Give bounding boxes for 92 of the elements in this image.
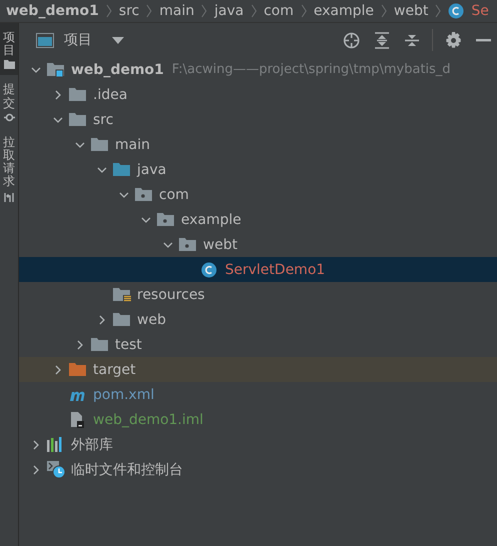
- class-icon: [448, 3, 464, 19]
- folder-icon: [157, 212, 175, 227]
- chevron-right-icon: [300, 4, 307, 18]
- chevron-down-icon[interactable]: [163, 240, 173, 250]
- chevron-down-icon[interactable]: [119, 190, 129, 200]
- tree-item-label: java: [137, 162, 166, 178]
- tree-row[interactable]: example: [19, 207, 497, 232]
- tree-row[interactable]: pom.xml: [19, 382, 497, 407]
- chevron-right-icon: [146, 4, 152, 18]
- tree-item-label: webt: [203, 236, 238, 252]
- dropdown-icon[interactable]: [112, 36, 124, 44]
- tree-row[interactable]: web_demo1 F:\acwing——project\spring\tmp\mybatis_d: [19, 57, 497, 82]
- folder-icon: [113, 287, 131, 302]
- chevron-right-icon[interactable]: [75, 340, 85, 350]
- tree-item-label: web_demo1.iml: [93, 412, 204, 428]
- commit-icon: [4, 112, 14, 122]
- tree-row[interactable]: com: [19, 182, 497, 207]
- class-icon: [201, 262, 217, 278]
- expand-all-icon[interactable]: [374, 32, 390, 48]
- window-icon: [36, 32, 54, 48]
- folder-icon: [4, 60, 14, 70]
- breadcrumb-item[interactable]: Se: [471, 3, 489, 19]
- tree-item-label: pom.xml: [93, 386, 154, 402]
- folder-icon: [69, 362, 87, 377]
- chevron-right-icon: [106, 4, 112, 18]
- folder-icon: [135, 187, 153, 202]
- folder-icon: [91, 137, 109, 152]
- chevron-down-icon[interactable]: [53, 114, 63, 124]
- tree-item-label: 外部库: [71, 436, 113, 454]
- folder-icon: [69, 112, 87, 127]
- tree-row[interactable]: resources: [19, 282, 497, 307]
- chevron-right-icon: [380, 4, 387, 18]
- minimize-icon[interactable]: [476, 38, 491, 42]
- tree-item-label: resources: [137, 286, 205, 302]
- tree-item-label: 临时文件和控制台: [71, 460, 183, 478]
- tree-item-label: test: [115, 336, 142, 352]
- tree-item-label: src: [93, 112, 114, 128]
- chevron-down-icon[interactable]: [141, 214, 151, 224]
- chevron-down-icon[interactable]: [31, 64, 41, 74]
- tree-item-label: example: [181, 212, 242, 228]
- tool-window-tab[interactable]: 提交: [0, 75, 18, 128]
- tree-item-label: target: [93, 362, 136, 378]
- folder-icon: [47, 62, 65, 77]
- tree-item-label: com: [159, 186, 189, 202]
- breadcrumb-item[interactable]: webt: [394, 3, 428, 19]
- folder-icon: [113, 312, 131, 327]
- chevron-right-icon[interactable]: [97, 314, 107, 324]
- tree-item-label: main: [115, 136, 150, 152]
- tree-item-label: web_demo1: [71, 62, 164, 78]
- tree-row[interactable]: 外部库: [19, 432, 497, 457]
- tree-row[interactable]: webt: [19, 232, 497, 257]
- tree-row[interactable]: web: [19, 307, 497, 332]
- tree-row[interactable]: java: [19, 157, 497, 182]
- tool-window-tab[interactable]: 拉取请求: [0, 128, 18, 208]
- breadcrumb-item[interactable]: src: [118, 3, 140, 19]
- tree-row[interactable]: main: [19, 132, 497, 157]
- tree-item-label: .idea: [93, 86, 128, 102]
- folder-icon: [113, 162, 131, 177]
- scratches-icon: [47, 460, 66, 478]
- tree-row[interactable]: 临时文件和控制台: [19, 457, 497, 482]
- panel-title[interactable]: 项目: [64, 31, 92, 49]
- tree-row[interactable]: web_demo1.iml: [19, 407, 497, 432]
- path-hint: F:\acwing——project\spring\tmp\mybatis_d: [172, 62, 451, 77]
- chevron-right-icon[interactable]: [31, 464, 41, 474]
- tree-item-label: ServletDemo1: [225, 262, 326, 278]
- breadcrumb-item[interactable]: example: [314, 3, 374, 19]
- folder-icon: [69, 87, 87, 102]
- breadcrumb-item[interactable]: com: [264, 3, 294, 19]
- crosshair-icon[interactable]: [343, 32, 360, 48]
- folder-icon: [179, 237, 197, 252]
- chevron-right-icon[interactable]: [53, 90, 63, 100]
- chevron-right-icon: [250, 4, 257, 18]
- chevron-down-icon[interactable]: [97, 164, 107, 174]
- breadcrumb-item[interactable]: java: [214, 3, 244, 19]
- tree-row[interactable]: src: [19, 107, 497, 132]
- breadcrumb-item[interactable]: web_demo1: [6, 3, 99, 19]
- folder-icon: [91, 337, 109, 352]
- chevron-right-icon: [435, 4, 442, 18]
- chevron-down-icon[interactable]: [75, 140, 85, 150]
- tree-item-label: web: [137, 312, 166, 328]
- pull-request-icon: [4, 192, 14, 202]
- file-icon: [69, 411, 85, 428]
- chevron-right-icon: [201, 4, 208, 18]
- breadcrumb-item[interactable]: main: [159, 3, 194, 19]
- settings-icon[interactable]: [445, 32, 462, 48]
- tree-row[interactable]: target: [19, 357, 497, 382]
- tree-row[interactable]: test: [19, 332, 497, 357]
- chevron-right-icon[interactable]: [31, 440, 41, 450]
- chevron-right-icon[interactable]: [53, 364, 63, 374]
- tree-row[interactable]: ServletDemo1: [19, 257, 497, 282]
- tool-window-tab[interactable]: 项目: [0, 23, 18, 76]
- tree-row[interactable]: .idea: [19, 82, 497, 107]
